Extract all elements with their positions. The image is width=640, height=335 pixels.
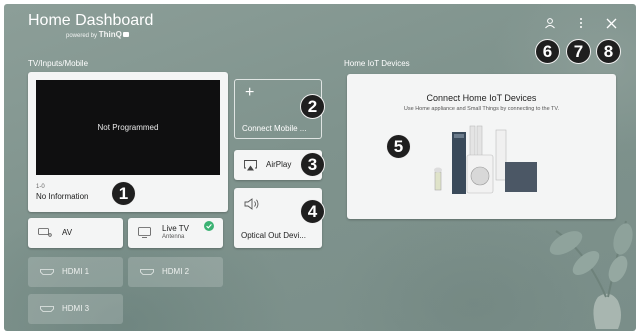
hdmi-icon bbox=[40, 269, 54, 275]
iot-title: Connect Home IoT Devices bbox=[426, 93, 537, 103]
hdmi-icon bbox=[140, 269, 154, 275]
input-hdmi-1[interactable]: HDMI 1 bbox=[28, 257, 123, 287]
callout-badge-3: 3 bbox=[300, 152, 325, 177]
input-hdmi-1-label: HDMI 1 bbox=[62, 267, 90, 276]
input-live-tv-label: Live TV bbox=[162, 224, 189, 233]
plant-decoration bbox=[549, 220, 633, 329]
page-title: Home Dashboard bbox=[28, 12, 154, 29]
callout-badge-7: 7 bbox=[566, 39, 591, 64]
iot-subtitle: Use Home appliance and Small Things by c… bbox=[403, 106, 560, 112]
check-icon bbox=[204, 221, 214, 231]
airplay-icon bbox=[244, 160, 257, 171]
thinq-logo-mark-icon bbox=[123, 32, 130, 37]
channel-number: 1-0 bbox=[36, 184, 45, 190]
home-appliances-illustration bbox=[434, 125, 537, 194]
tv-preview: Not Programmed bbox=[36, 80, 220, 175]
input-hdmi-2[interactable]: HDMI 2 bbox=[128, 257, 223, 287]
speaker-icon bbox=[244, 198, 259, 210]
input-hdmi-3[interactable]: HDMI 3 bbox=[28, 294, 123, 324]
section-label-iot: Home IoT Devices bbox=[344, 59, 410, 68]
plus-icon: + bbox=[245, 84, 255, 101]
input-av[interactable]: AV bbox=[28, 218, 123, 248]
input-hdmi-2-label: HDMI 2 bbox=[162, 267, 190, 276]
av-icon bbox=[38, 228, 52, 237]
callout-badge-8: 8 bbox=[596, 39, 621, 64]
connect-mobile-label: Connect Mobile ... bbox=[242, 124, 307, 133]
callout-badge-2: 2 bbox=[300, 94, 325, 119]
callout-badge-4: 4 bbox=[300, 199, 325, 224]
input-live-tv[interactable]: Live TV Antenna bbox=[128, 218, 223, 248]
input-live-tv-sub: Antenna bbox=[162, 234, 185, 240]
optical-out-label: Optical Out Devi... bbox=[241, 231, 306, 240]
airplay-label: AirPlay bbox=[266, 160, 292, 169]
thinq-logo: ThinQ bbox=[98, 30, 122, 39]
profile-button[interactable] bbox=[541, 14, 559, 32]
user-icon bbox=[545, 18, 555, 29]
more-vertical-icon bbox=[580, 18, 582, 28]
callout-badge-5: 5 bbox=[386, 134, 411, 159]
channel-info: No Information bbox=[36, 192, 89, 201]
home-dashboard-screen: Home Dashboard powered by ThinQ TV/Input… bbox=[4, 4, 636, 331]
callout-badge-6: 6 bbox=[535, 39, 560, 64]
tv-icon bbox=[138, 227, 151, 238]
close-icon bbox=[606, 18, 616, 28]
callout-badge-1: 1 bbox=[111, 181, 136, 206]
input-hdmi-3-label: HDMI 3 bbox=[62, 304, 90, 313]
more-options-button[interactable] bbox=[572, 14, 590, 32]
input-av-label: AV bbox=[62, 228, 73, 237]
close-button[interactable] bbox=[602, 14, 620, 32]
hdmi-icon bbox=[40, 306, 54, 312]
section-label-inputs: TV/Inputs/Mobile bbox=[28, 59, 89, 68]
powered-by-label: powered by ThinQ bbox=[66, 30, 130, 39]
